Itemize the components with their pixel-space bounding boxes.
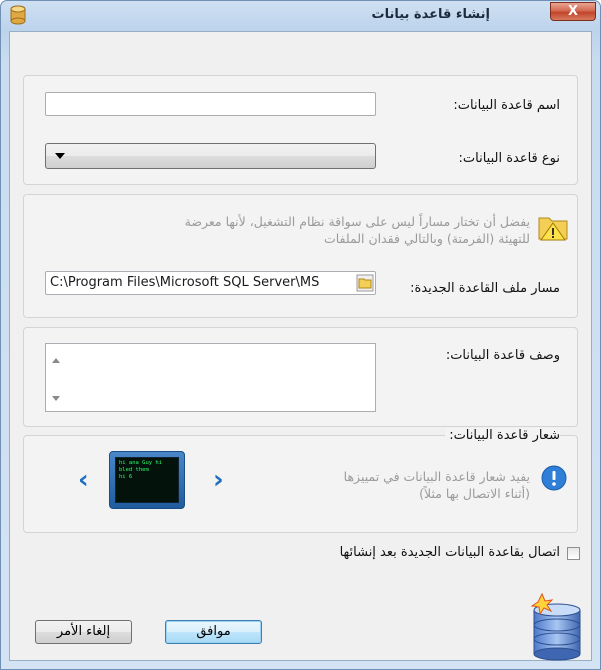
logo-info-line2: (أثناء الاتصال بها مثلاً): [419, 486, 530, 501]
description-label: وصف قاعدة البيانات:: [445, 348, 560, 363]
ok-button[interactable]: موافق: [165, 620, 262, 644]
db-type-select[interactable]: [45, 143, 376, 169]
title-bar[interactable]: إنشاء قاعدة بيانات X: [1, 1, 600, 29]
logo-preview: hi ana Guy hi bled them hi 6: [109, 451, 185, 509]
database-app-icon: [10, 5, 26, 25]
description-textarea[interactable]: [45, 343, 376, 412]
db-type-label: نوع قاعدة البيانات:: [458, 151, 561, 166]
chevron-down-icon: [55, 153, 65, 159]
connect-after-create-label: اتصال بقاعدة البيانات الجديدة بعد إنشائه…: [339, 545, 560, 560]
db-name-input[interactable]: [45, 92, 376, 116]
db-name-label: اسم قاعدة البيانات:: [453, 98, 560, 113]
path-value: C:\Program Files\Microsoft SQL Server\MS: [50, 275, 320, 290]
path-warning-line2: للتهيئة (الفرمتة) وبالتالي فقدان الملفات: [323, 231, 530, 246]
scroll-down-icon[interactable]: [52, 396, 60, 401]
path-warning-line1: يفضل أن تختار مساراً ليس على سواقة نظام …: [184, 214, 530, 229]
previous-logo-chevron-icon[interactable]: ‹: [78, 467, 89, 493]
logo-preview-line1: hi ana Guy hi: [119, 460, 163, 466]
connect-after-create-checkbox[interactable]: [567, 547, 580, 560]
logo-label: شعار قاعدة البيانات:: [445, 428, 560, 443]
logo-preview-line3: hi 6: [119, 474, 133, 480]
scroll-up-icon[interactable]: [52, 358, 60, 363]
path-warning-hint: يفضل أن تختار مساراً ليس على سواقة نظام …: [60, 213, 530, 247]
cancel-button[interactable]: إلغاء الأمر: [35, 620, 132, 644]
folder-warning-icon: [538, 217, 568, 241]
close-button[interactable]: X: [550, 2, 596, 21]
logo-preview-line2: bled them: [119, 467, 149, 473]
browse-folder-icon[interactable]: [356, 274, 374, 292]
logo-info-hint: يفيد شعار قاعدة البيانات في تمييزها (أثن…: [230, 468, 530, 502]
info-exclamation-icon: [541, 465, 567, 491]
logo-info-line1: يفيد شعار قاعدة البيانات في تمييزها: [343, 469, 530, 484]
next-logo-chevron-icon[interactable]: ›: [213, 467, 224, 493]
logo-preview-screen: hi ana Guy hi bled them hi 6: [115, 457, 179, 503]
dialog-window: إنشاء قاعدة بيانات X اسم قاعدة البيانات:…: [0, 0, 601, 670]
database-stack-icon: [530, 592, 581, 661]
path-label: مسار ملف القاعدة الجديدة:: [410, 281, 560, 296]
window-title: إنشاء قاعدة بيانات: [371, 7, 491, 22]
path-input[interactable]: C:\Program Files\Microsoft SQL Server\MS: [45, 271, 376, 295]
